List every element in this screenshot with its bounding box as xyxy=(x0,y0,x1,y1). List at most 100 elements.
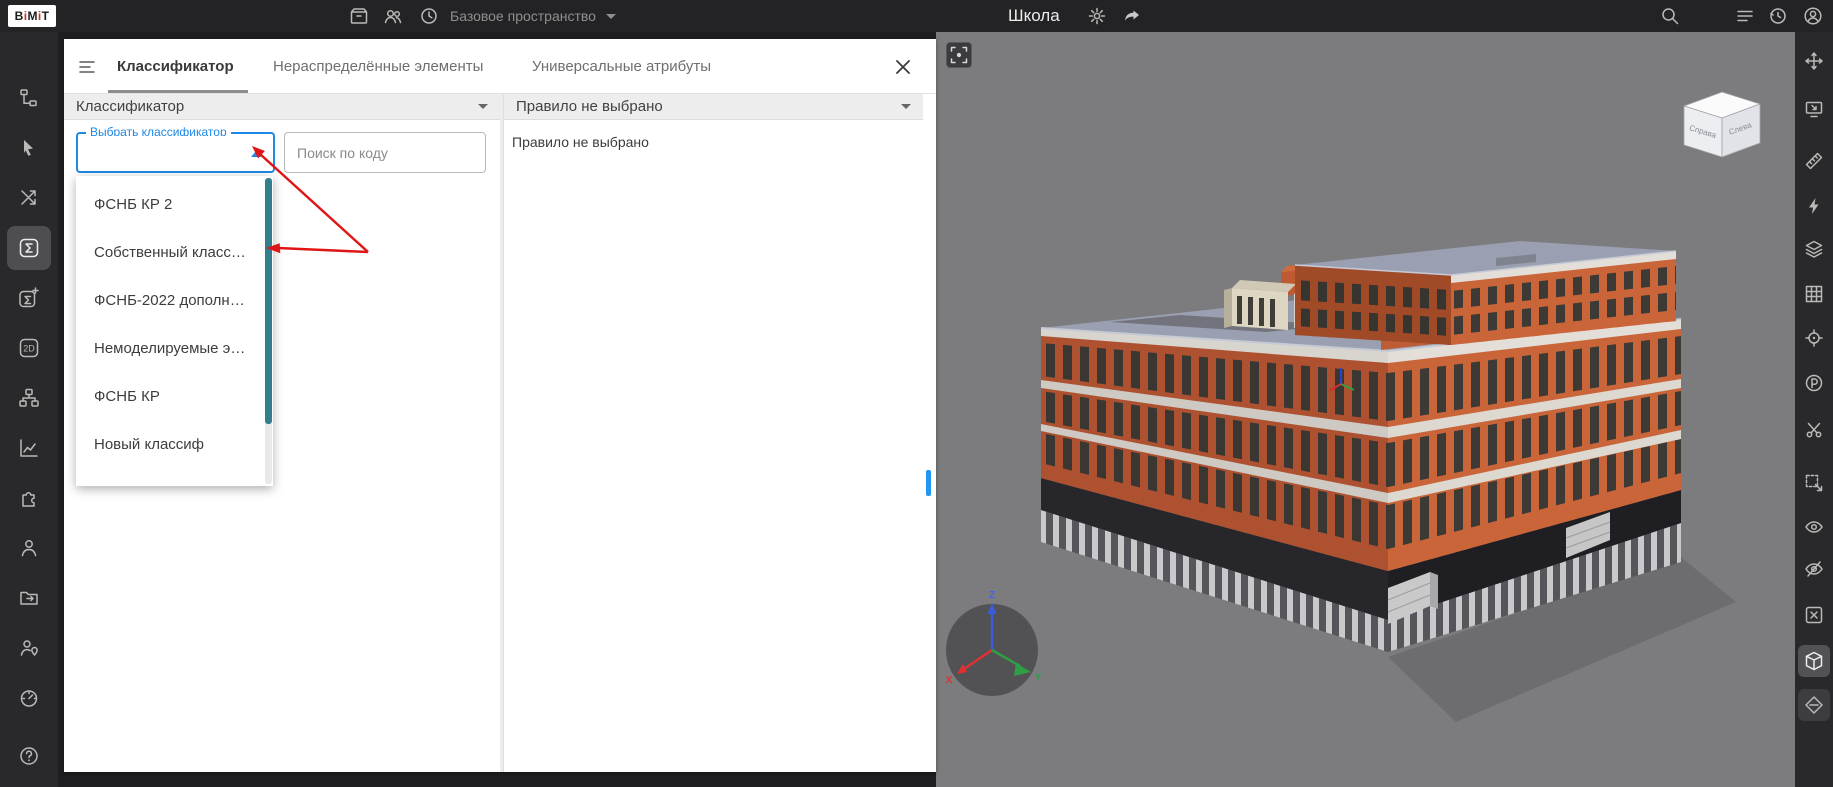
classifier-select-input[interactable] xyxy=(84,136,244,169)
dashboard-button[interactable] xyxy=(0,674,58,722)
menu-lines-icon xyxy=(1737,10,1753,22)
building-model[interactable] xyxy=(1040,241,1736,722)
structure-hierarchy-button[interactable] xyxy=(0,374,58,422)
clash-detection-icon xyxy=(21,190,36,205)
left-toolbar: 2D xyxy=(0,32,58,787)
main-menu-button[interactable] xyxy=(1731,0,1759,32)
classifier-column-header[interactable]: Классификатор xyxy=(64,94,500,120)
plugins-icon xyxy=(22,491,35,507)
pan-button[interactable] xyxy=(1795,40,1833,82)
viewport-3d[interactable]: Справа Слева Z X Y xyxy=(936,32,1795,787)
dropdown-item[interactable]: Собственный класс… xyxy=(76,228,273,276)
plugins-button[interactable] xyxy=(0,474,58,522)
panel-close-button[interactable] xyxy=(890,54,916,80)
tab-universal-attributes[interactable]: Универсальные атрибуты xyxy=(532,39,711,94)
show-elements-button[interactable] xyxy=(1795,506,1833,548)
charts-button[interactable] xyxy=(0,424,58,472)
dropdown-item[interactable]: ФСНБ-2022 дополн… xyxy=(76,276,273,324)
app-logo[interactable]: BiMiT xyxy=(8,5,56,27)
svg-text:2D: 2D xyxy=(23,344,35,354)
axis-z-label: Z xyxy=(989,590,995,601)
project-settings-button[interactable] xyxy=(1083,0,1111,32)
model-tree-icon xyxy=(20,89,37,107)
select-tool-button[interactable] xyxy=(0,124,58,172)
help-button[interactable] xyxy=(0,732,58,780)
parameters-button[interactable] xyxy=(1795,362,1833,404)
chevron-down-icon xyxy=(478,104,488,109)
workspace-box-button[interactable] xyxy=(345,0,373,32)
volumes-sum-add-button[interactable] xyxy=(0,274,58,322)
selection-area-button[interactable] xyxy=(1795,462,1833,504)
lightning-icon xyxy=(1809,198,1819,214)
hide-elements-button[interactable] xyxy=(1795,548,1833,590)
user-button[interactable] xyxy=(0,524,58,572)
dropdown-item[interactable]: ФСНБ КР 2 xyxy=(76,180,273,228)
clear-isolation-button[interactable] xyxy=(1795,594,1833,636)
measure-button[interactable] xyxy=(1795,140,1833,182)
eye-off-icon xyxy=(1805,561,1823,577)
axis-y-label: Y xyxy=(1035,672,1042,683)
scene-3d: Справа Слева Z X Y xyxy=(946,91,1762,722)
cube-view-button[interactable] xyxy=(1795,640,1833,682)
share-button[interactable] xyxy=(1118,0,1146,32)
volumes-sum-icon xyxy=(19,238,39,258)
workspace-select[interactable]: Базовое пространство xyxy=(450,0,616,32)
sync-history-icon xyxy=(1770,8,1786,24)
account-icon xyxy=(1804,7,1822,25)
screen-fit-icon xyxy=(1805,101,1823,118)
panel-header: Классификатор Нераспределённые элементы … xyxy=(64,39,936,94)
layers-button[interactable] xyxy=(1795,228,1833,270)
collaboration-button[interactable] xyxy=(379,0,407,32)
dropdown-scrollbar[interactable] xyxy=(265,178,272,484)
parameter-p-icon xyxy=(1805,374,1823,392)
selection-area-icon xyxy=(1805,474,1823,492)
user-location-button[interactable] xyxy=(0,624,58,672)
account-button[interactable] xyxy=(1799,0,1827,32)
versions-button[interactable] xyxy=(415,0,443,32)
top-bar: BiMiT Базовое пространство Школа xyxy=(0,0,1833,32)
quick-tools-button[interactable] xyxy=(1795,185,1833,227)
code-search-input[interactable] xyxy=(285,133,485,172)
dropdown-item[interactable]: Новый классиф xyxy=(76,420,273,468)
clip-plane-button[interactable] xyxy=(1795,684,1833,726)
active-tab-underline xyxy=(108,90,248,93)
model-tree-button[interactable] xyxy=(0,74,58,122)
code-search-field[interactable] xyxy=(284,132,486,173)
dropdown-item[interactable]: ФСНБ КР xyxy=(76,372,273,420)
team-icon xyxy=(384,9,402,24)
section-cut-button[interactable] xyxy=(1795,409,1833,451)
classifier-dropdown-menu: ФСНБ КР 2 Собственный класс… ФСНБ-2022 д… xyxy=(76,176,273,486)
navigation-gizmo[interactable]: Z X Y xyxy=(946,590,1042,696)
panel-menu-button[interactable] xyxy=(74,54,100,80)
chevron-down-icon xyxy=(901,104,911,109)
measure-ruler-icon xyxy=(1805,152,1823,170)
grid-button[interactable] xyxy=(1795,273,1833,315)
export-folder-button[interactable] xyxy=(0,574,58,622)
charts-icon xyxy=(20,439,38,457)
search-button[interactable] xyxy=(1656,0,1684,32)
rule-column-header[interactable]: Правило не выбрано xyxy=(504,94,923,120)
locate-button[interactable] xyxy=(1795,317,1833,359)
sync-button[interactable] xyxy=(1764,0,1792,32)
clash-detection-button[interactable] xyxy=(0,174,58,222)
rule-empty-text: Правило не выбрано xyxy=(512,134,649,150)
export-folder-icon xyxy=(20,591,38,605)
panel-scrollbar-thumb[interactable] xyxy=(926,470,931,496)
history-icon xyxy=(421,8,437,24)
view-cube[interactable]: Справа Слева xyxy=(1682,91,1762,158)
fit-screen-button[interactable] xyxy=(1795,88,1833,130)
close-icon xyxy=(896,60,910,74)
user-location-icon xyxy=(20,640,38,656)
dropdown-item[interactable]: Немоделируемые э… xyxy=(76,324,273,372)
archive-box-icon xyxy=(350,8,368,24)
eye-icon xyxy=(1805,521,1823,533)
tab-unallocated-elements[interactable]: Нераспределённые элементы xyxy=(273,39,483,94)
grid-icon xyxy=(1805,285,1823,303)
classifier-panel: Классификатор Нераспределённые элементы … xyxy=(64,39,936,772)
tab-classifier[interactable]: Классификатор xyxy=(117,39,234,94)
drawings-2d-button[interactable]: 2D xyxy=(0,324,58,372)
focus-button[interactable] xyxy=(946,42,972,68)
dropdown-scrollbar-thumb[interactable] xyxy=(265,178,272,424)
classifier-select[interactable]: Выбрать классификатор xyxy=(76,125,275,173)
volumes-sum-button[interactable] xyxy=(0,224,58,272)
